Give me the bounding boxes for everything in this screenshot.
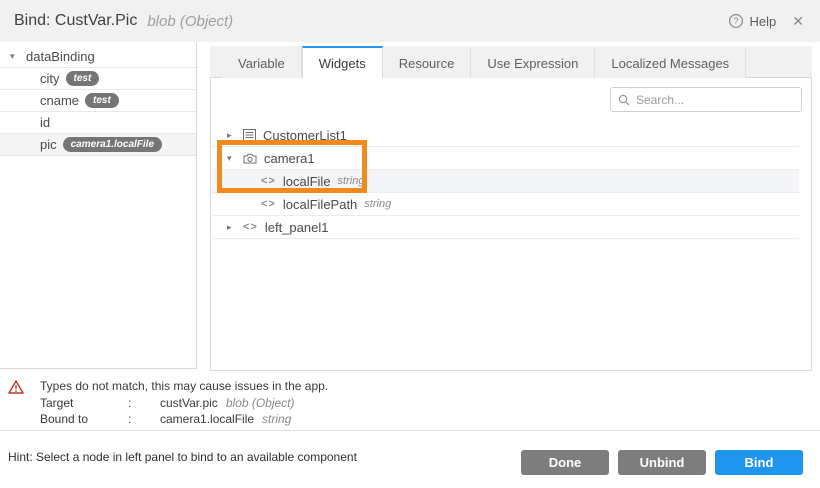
code-property-icon: <> [261, 175, 276, 187]
search-box [610, 87, 802, 112]
help-label: Help [750, 14, 777, 29]
tree-row-localfilepath[interactable]: <> localFilePath string [213, 193, 799, 216]
header-actions: ? Help ✕ [728, 13, 806, 30]
widgets-panel: ▸ CustomerList1 ▾ camera1 <> localFile s… [210, 78, 812, 371]
footer-buttons: Done Unbind Bind [521, 450, 803, 475]
close-icon[interactable]: ✕ [790, 13, 806, 30]
chevron-right-icon[interactable]: ▸ [227, 130, 243, 141]
hint-text: Hint: Select a node in left panel to bin… [8, 450, 357, 464]
sidebar-item-databinding[interactable]: ▾ dataBinding [0, 46, 196, 68]
tab-localized-messages[interactable]: Localized Messages [595, 46, 746, 78]
dialog-footer: Hint: Select a node in left panel to bin… [0, 430, 820, 488]
help-icon: ? [728, 13, 744, 29]
camera-widget-icon [243, 153, 257, 164]
tree-row-label: CustomerList1 [263, 128, 347, 143]
tree-row-left-panel1[interactable]: ▸ <> left_panel1 [213, 216, 799, 239]
unbind-button[interactable]: Unbind [618, 450, 706, 475]
warning-target-row: Target : custVar.pic blob (Object) [40, 395, 328, 412]
sidebar-item-label: cname [40, 93, 79, 108]
warning-lines: Types do not match, this may cause issue… [32, 378, 328, 428]
tree-row-type: string [338, 175, 365, 187]
sidebar-item-label: city [40, 71, 60, 86]
tree-row-localfile[interactable]: <> localFile string [213, 170, 799, 193]
tree-row-customerlist1[interactable]: ▸ CustomerList1 [213, 124, 799, 147]
chevron-down-icon[interactable]: ▾ [10, 51, 26, 62]
binding-badge: test [85, 93, 119, 108]
dialog-header: Bind: CustVar.Pic blob (Object) ? Help ✕ [0, 0, 820, 42]
tab-resource[interactable]: Resource [383, 46, 472, 78]
sidebar-item-label: id [40, 115, 50, 130]
chevron-down-icon[interactable]: ▾ [227, 153, 243, 164]
page-title: Bind: CustVar.Pic [14, 12, 137, 30]
tab-bar: Variable Widgets Resource Use Expression… [210, 46, 812, 78]
tree-row-label: localFilePath [283, 197, 357, 212]
sidebar: ▾ dataBinding city test cname test id pi… [0, 42, 197, 369]
warning-message: Types do not match, this may cause issue… [40, 378, 328, 395]
page-subtitle: blob (Object) [147, 13, 233, 30]
customerlist-widget-icon [243, 129, 256, 141]
sidebar-item-label: pic [40, 137, 57, 152]
bind-dialog: Bind: CustVar.Pic blob (Object) ? Help ✕… [0, 0, 820, 488]
tree-row-label: localFile [283, 174, 331, 189]
tree-row-type: string [364, 198, 391, 210]
sidebar-root-label: dataBinding [26, 49, 95, 64]
code-property-icon: <> [261, 198, 276, 210]
search-input[interactable] [636, 93, 794, 107]
tree-row-camera1[interactable]: ▾ camera1 [213, 147, 799, 170]
bind-button[interactable]: Bind [715, 450, 803, 475]
done-button[interactable]: Done [521, 450, 609, 475]
type-mismatch-warning: Types do not match, this may cause issue… [0, 372, 820, 430]
chevron-right-icon[interactable]: ▸ [227, 222, 243, 233]
widgets-tree: ▸ CustomerList1 ▾ camera1 <> localFile s… [211, 124, 811, 239]
code-property-icon: <> [243, 221, 258, 233]
help-button[interactable]: ? Help [728, 13, 777, 29]
tab-use-expression[interactable]: Use Expression [471, 46, 595, 78]
sidebar-item-cname[interactable]: cname test [0, 90, 196, 112]
search-icon [618, 94, 630, 106]
tree-row-label: left_panel1 [265, 220, 329, 235]
svg-text:?: ? [733, 16, 738, 26]
binding-badge: camera1.localFile [63, 137, 162, 152]
binding-badge: test [66, 71, 100, 86]
tab-widgets[interactable]: Widgets [302, 46, 383, 79]
tree-row-label: camera1 [264, 151, 315, 166]
sidebar-item-city[interactable]: city test [0, 68, 196, 90]
sidebar-item-id[interactable]: id [0, 112, 196, 134]
sidebar-item-pic[interactable]: pic camera1.localFile [0, 134, 196, 156]
warning-icon [8, 378, 32, 399]
warning-boundto-row: Bound to : camera1.localFile string [40, 411, 328, 428]
tab-variable[interactable]: Variable [222, 46, 302, 78]
